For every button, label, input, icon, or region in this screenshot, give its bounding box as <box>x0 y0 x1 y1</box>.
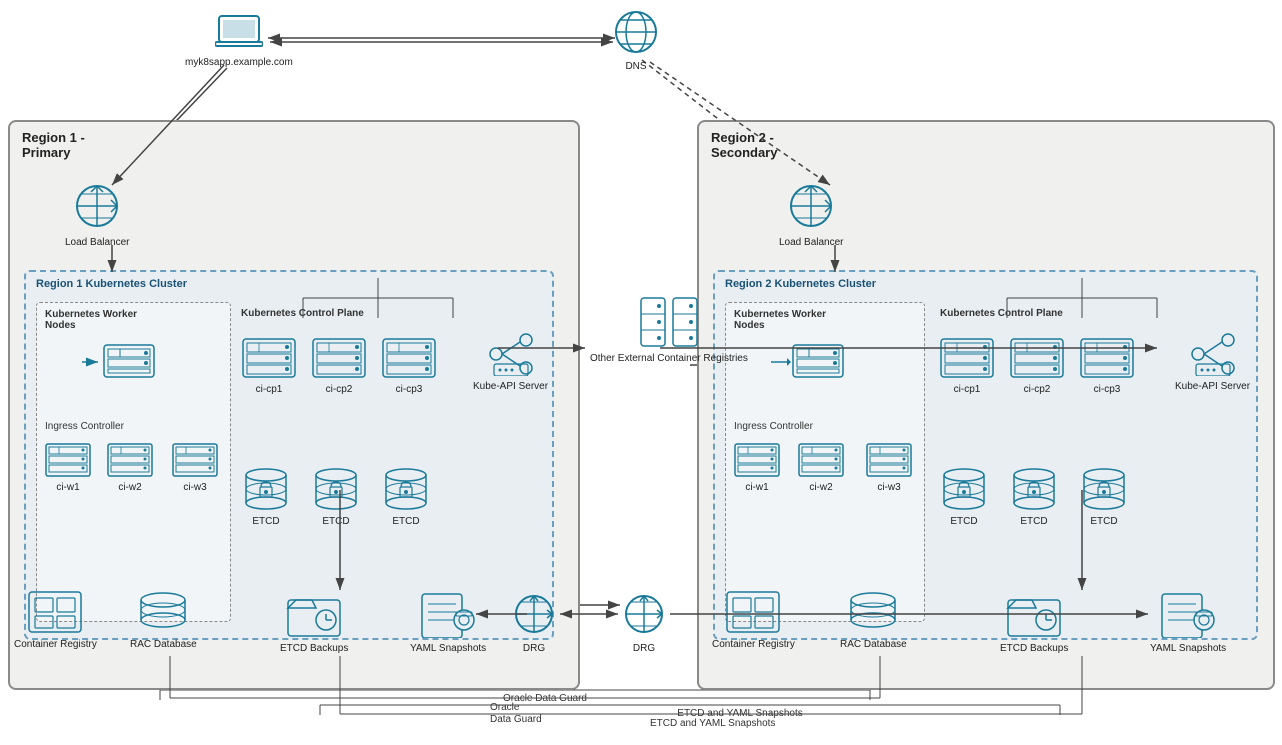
ci-w1-label: ci-w1 <box>56 481 79 494</box>
etcd-backups-r2-icon: ETCD Backups <box>1000 590 1068 655</box>
r2-etcd3-icon: ETCD <box>1079 467 1129 528</box>
r2-etcd3-label: ETCD <box>1090 515 1117 528</box>
kube-api-label1: Kube-API Server <box>473 380 548 393</box>
r2-ci-w1-label: ci-w1 <box>745 481 768 494</box>
kube-api-label2: Kube-API Server <box>1175 380 1250 393</box>
lb1-icon: Load Balancer <box>65 180 130 249</box>
etcd1-cp3-label: ETCD <box>392 515 419 528</box>
ingress-label2: Ingress Controller <box>734 421 813 432</box>
kube-api-icon2: Kube-API Server <box>1175 332 1250 393</box>
container-registry-r2-icon: Container Registry <box>712 590 795 651</box>
cp-label2: Kubernetes Control Plane <box>940 308 1063 319</box>
yaml-snapshots-r2-icon: YAML Snapshots <box>1150 590 1226 655</box>
other-registries-icon: Other External Container Registries <box>590 296 748 365</box>
r2-ci-w3-label: ci-w3 <box>877 481 900 494</box>
r2-ci-w2-label: ci-w2 <box>809 481 832 494</box>
rac-db-r2-label: RAC Database <box>840 638 907 651</box>
region1-label: Region 1 -Primary <box>22 130 85 160</box>
etcd1-cp1-label: ETCD <box>252 515 279 528</box>
r2-ci-cp1-icon: ci-cp1 <box>939 337 995 396</box>
yaml-snapshots-r2-label: YAML Snapshots <box>1150 642 1226 655</box>
yaml-snapshots-r1-label: YAML Snapshots <box>410 642 486 655</box>
r2-ci-w1-icon: ci-w1 <box>734 443 780 494</box>
svg-text:ETCD and YAML Snapshots: ETCD and YAML Snapshots <box>650 718 775 729</box>
worker-server-icon1 <box>102 343 156 379</box>
region2-label: Region 2 -Secondary <box>711 130 777 160</box>
ci-w2-label: ci-w2 <box>118 481 141 494</box>
etcd1-cp2-icon: ETCD <box>311 467 361 528</box>
lb1-label: Load Balancer <box>65 236 130 249</box>
k8s-cluster2: Region 2 Kubernetes Cluster Kubernetes W… <box>713 270 1258 640</box>
worker-nodes-label1: Kubernetes WorkerNodes <box>45 309 137 331</box>
diagram: myk8sapp.example.com DNS Region 1 -Prima… <box>0 0 1282 745</box>
ci-cp1-icon: ci-cp1 <box>241 337 297 396</box>
laptop-icon: myk8sapp.example.com <box>185 12 293 69</box>
lb2-label: Load Balancer <box>779 236 844 249</box>
r2-ci-cp2-icon: ci-cp2 <box>1009 337 1065 396</box>
r2-ci-w3-icon: ci-w3 <box>866 443 912 494</box>
r2-etcd2-label: ETCD <box>1020 515 1047 528</box>
rac-db-r1-icon: RAC Database <box>130 590 197 651</box>
lb2-icon: Load Balancer <box>779 180 844 249</box>
kube-api-icon1: Kube-API Server <box>473 332 548 393</box>
etcd1-cp3-icon: ETCD <box>381 467 431 528</box>
r2-ci-w2-icon: ci-w2 <box>798 443 844 494</box>
k8s-cluster2-label: Region 2 Kubernetes Cluster <box>725 278 876 290</box>
ci-cp3-icon: ci-cp3 <box>381 337 437 396</box>
container-registry-r2-label: Container Registry <box>712 638 795 651</box>
container-registry-r1-icon: Container Registry <box>14 590 97 651</box>
ci-cp3-label: ci-cp3 <box>396 383 423 396</box>
container-registry-r1-label: Container Registry <box>14 638 97 651</box>
k8s-cluster1: Region 1 Kubernetes Cluster Kubernetes W… <box>24 270 554 640</box>
ci-cp2-icon: ci-cp2 <box>311 337 367 396</box>
laptop-label: myk8sapp.example.com <box>185 56 293 69</box>
yaml-snapshots-r1-icon: YAML Snapshots <box>410 590 486 655</box>
rac-db-r1-label: RAC Database <box>130 638 197 651</box>
dns-label: DNS <box>625 60 646 73</box>
oracle-data-guard-label: Oracle Data Guard <box>480 693 610 704</box>
ci-w1-icon: ci-w1 <box>45 443 91 494</box>
other-registries-label: Other External Container Registries <box>590 352 748 365</box>
r2-etcd2-icon: ETCD <box>1009 467 1059 528</box>
etcd-backups-r1-icon: ETCD Backups <box>280 590 348 655</box>
rac-db-r2-icon: RAC Database <box>840 590 907 651</box>
r2-etcd1-label: ETCD <box>950 515 977 528</box>
k8s-cluster1-label: Region 1 Kubernetes Cluster <box>36 278 187 290</box>
ingress-label1: Ingress Controller <box>45 421 124 432</box>
drg-r2-label: DRG <box>633 642 655 655</box>
etcd-yaml-label: ETCD and YAML Snapshots <box>640 708 840 719</box>
worker-nodes-box2: Kubernetes WorkerNodes <box>725 302 925 622</box>
etcd-backups-r1-label: ETCD Backups <box>280 642 348 655</box>
dns-icon: DNS <box>610 8 662 73</box>
ci-cp1-label: ci-cp1 <box>256 383 283 396</box>
drg-r2-icon: DRG <box>620 590 668 655</box>
ci-cp2-label: ci-cp2 <box>326 383 353 396</box>
svg-text:Data Guard: Data Guard <box>490 714 542 725</box>
ci-w3-label: ci-w3 <box>183 481 206 494</box>
drg-r1-label: DRG <box>523 642 545 655</box>
r2-ci-cp2-label: ci-cp2 <box>1024 383 1051 396</box>
ci-w2-icon: ci-w2 <box>107 443 153 494</box>
etcd1-cp1-icon: ETCD <box>241 467 291 528</box>
r2-ci-cp1-label: ci-cp1 <box>954 383 981 396</box>
cp-label1: Kubernetes Control Plane <box>241 308 364 319</box>
drg-r1-icon: DRG <box>510 590 558 655</box>
worker-nodes-box1: Kubernetes WorkerNodes <box>36 302 231 622</box>
r2-ci-cp3-icon: ci-cp3 <box>1079 337 1135 396</box>
r2-etcd1-icon: ETCD <box>939 467 989 528</box>
r2-ci-cp3-label: ci-cp3 <box>1094 383 1121 396</box>
ci-w3-icon: ci-w3 <box>172 443 218 494</box>
worker-server-icon2 <box>791 343 845 379</box>
etcd1-cp2-label: ETCD <box>322 515 349 528</box>
etcd-backups-r2-label: ETCD Backups <box>1000 642 1068 655</box>
